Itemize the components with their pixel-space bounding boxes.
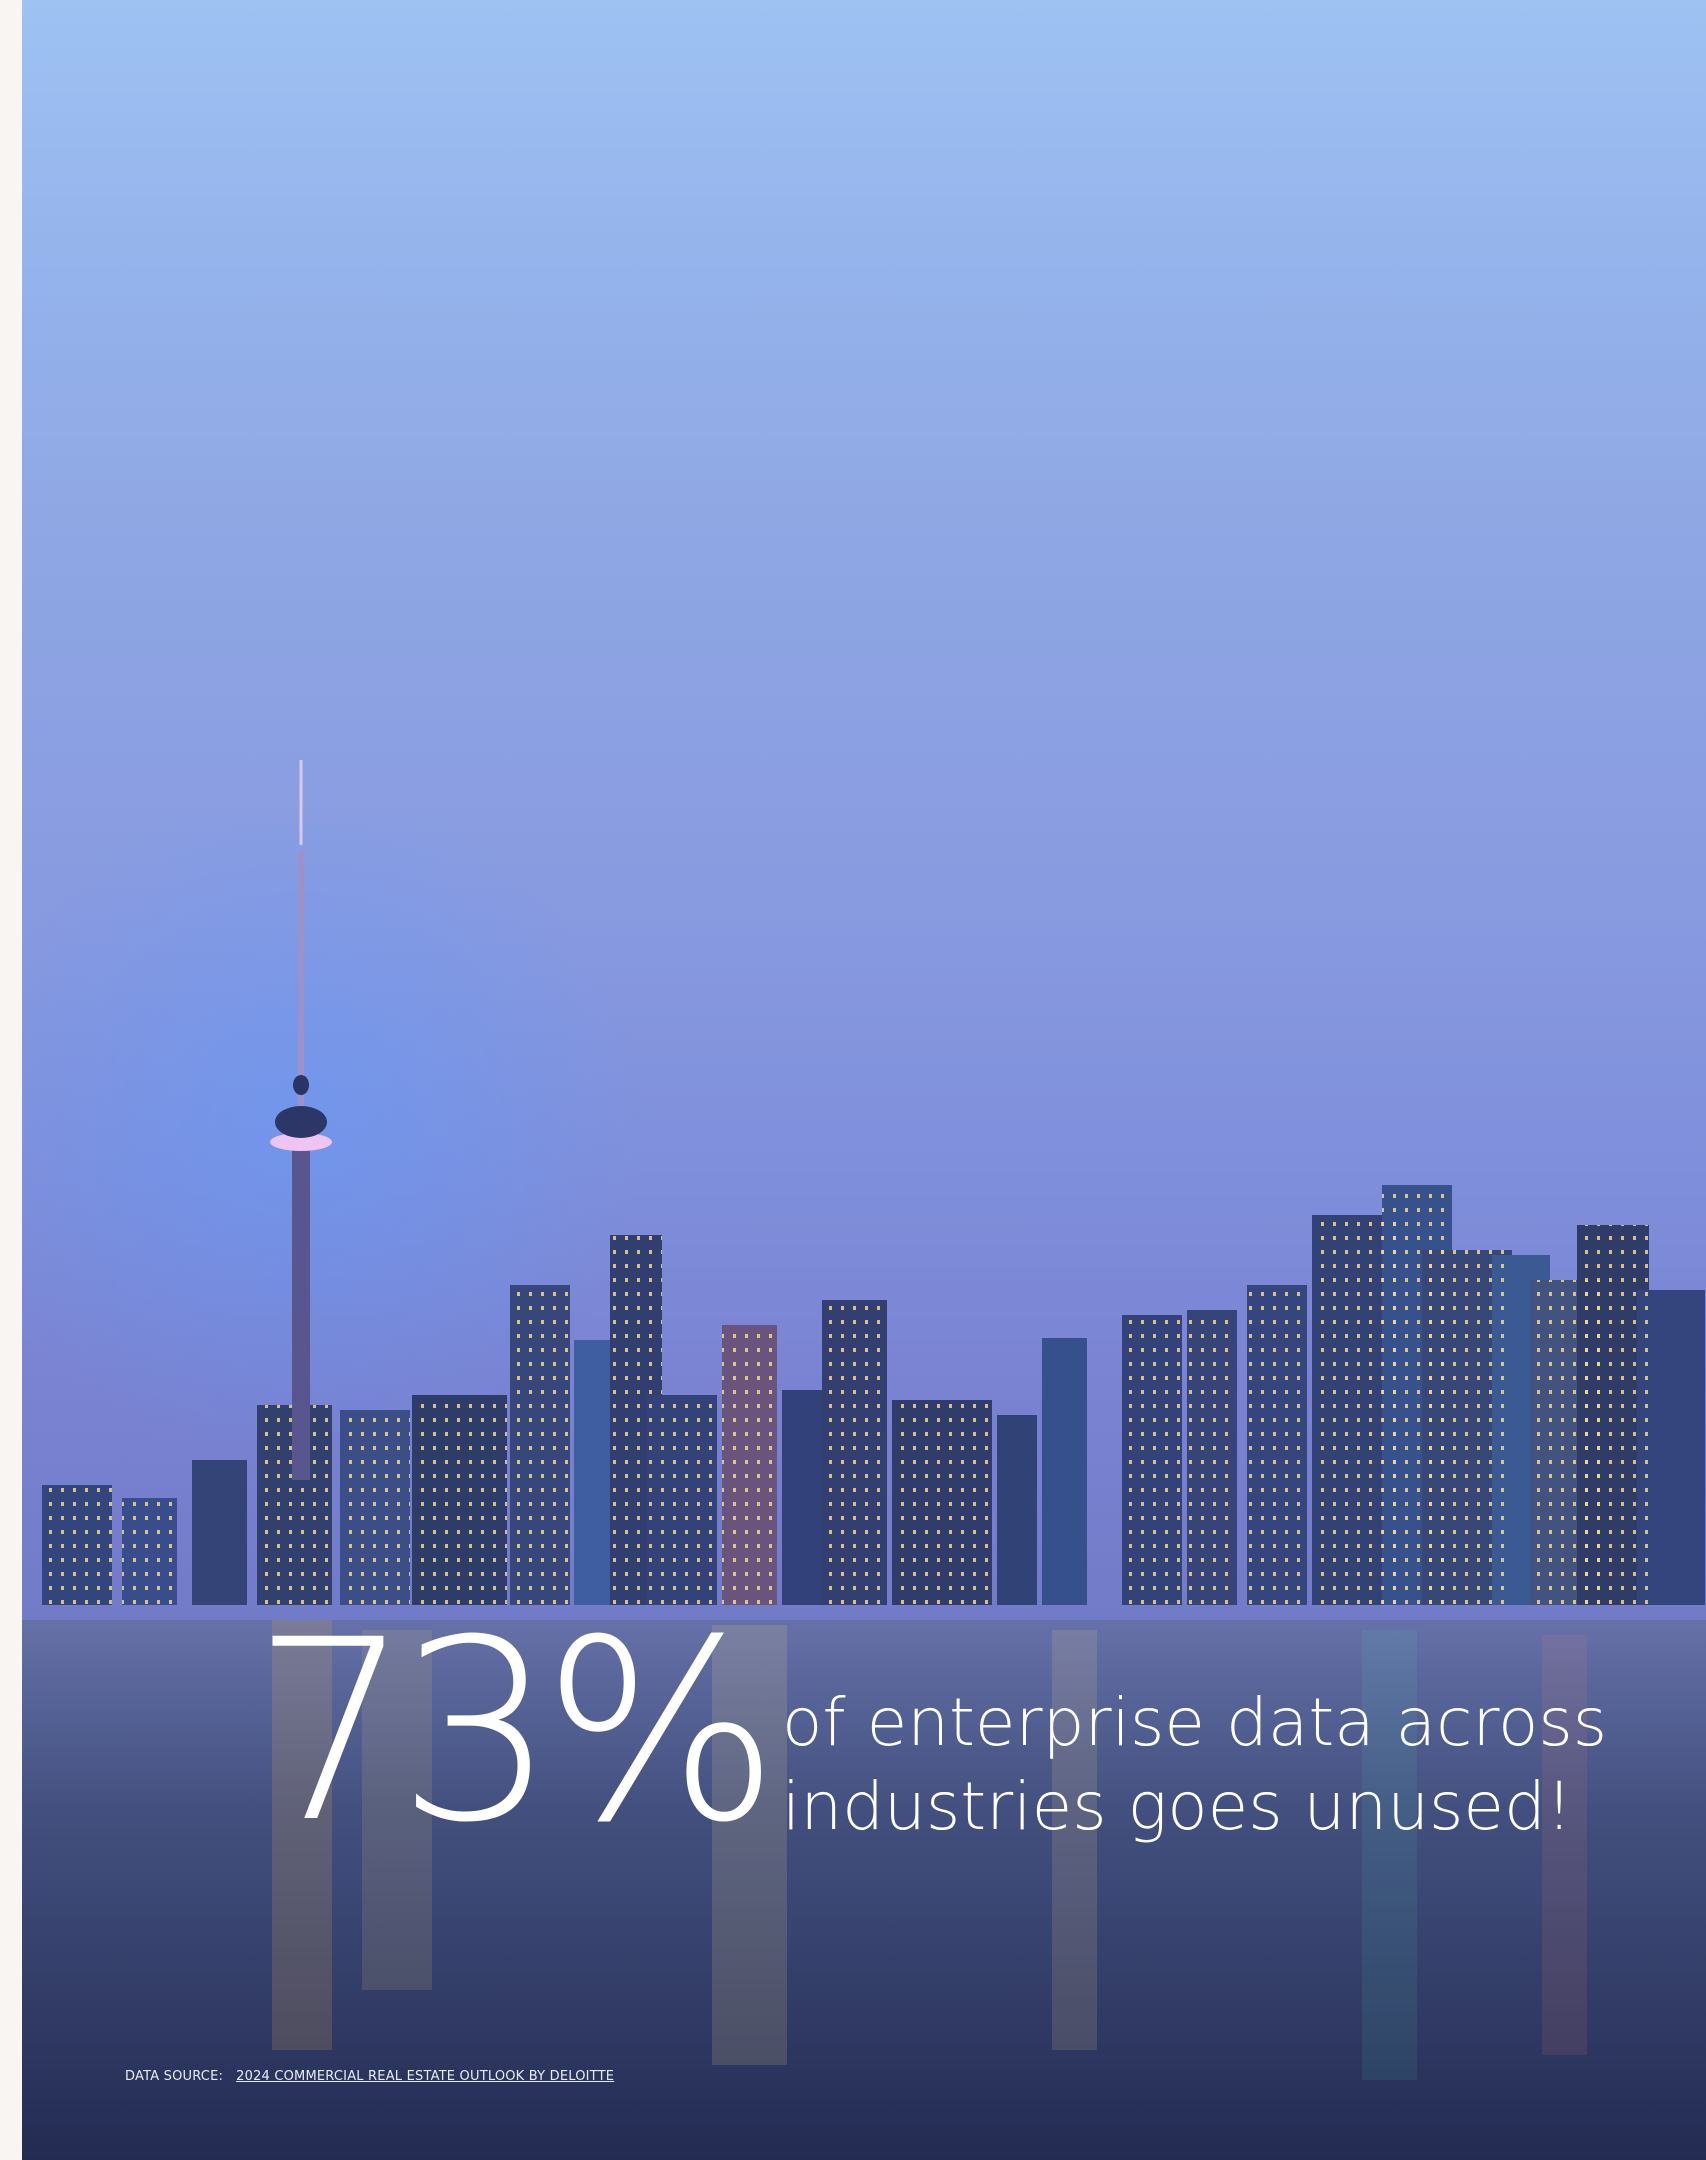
building-cluster-center [647,1300,1237,1605]
page: 73% of enterprise data across industries… [0,0,1706,2160]
headline-block: 73% of enterprise data across industries… [252,1607,1662,1885]
data-source-label: DATA SOURCE: [125,2069,224,2084]
data-source: DATA SOURCE: 2024 COMMERCIAL REAL ESTATE… [125,2069,614,2084]
building-cluster-right [1247,1185,1705,1605]
data-source-link[interactable]: 2024 COMMERCIAL REAL ESTATE OUTLOOK BY D… [236,2069,614,2084]
headline-line-2: industries goes unused! [782,1768,1573,1845]
building-cluster-left [42,1235,662,1605]
cn-tower [270,760,332,1480]
big-number: 73% [252,1586,780,1877]
city-skyline-image: 73% of enterprise data across industries… [22,0,1706,2160]
headline-subtext: of enterprise data across industries goe… [782,1681,1607,1849]
headline-line-1: of enterprise data across [782,1684,1608,1761]
